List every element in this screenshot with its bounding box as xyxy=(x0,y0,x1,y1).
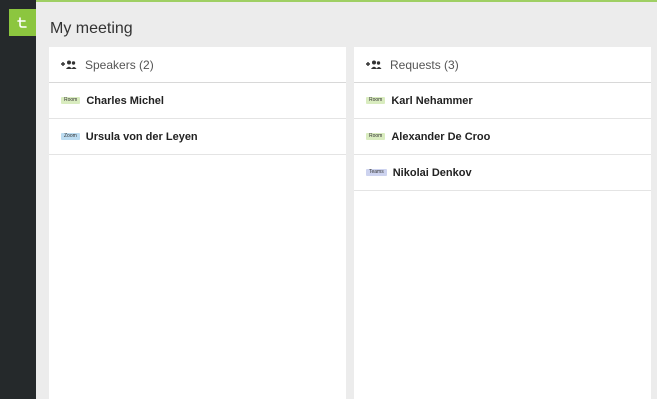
participant-row[interactable]: Teams Nikolai Denkov xyxy=(354,155,651,191)
speakers-header-label: Speakers (2) xyxy=(85,57,154,72)
participant-row[interactable]: Room Charles Michel xyxy=(49,83,346,119)
sidebar xyxy=(0,0,36,399)
participant-row[interactable]: Zoom Ursula von der Leyen xyxy=(49,119,346,155)
page-title: My meeting xyxy=(50,20,133,37)
platform-badge: Teams xyxy=(366,169,387,176)
platform-badge: Zoom xyxy=(61,133,80,140)
participant-name: Charles Michel xyxy=(86,94,164,107)
participant-row[interactable]: Room Karl Nehammer xyxy=(354,83,651,119)
requests-panel: Requests (3) Room Karl Nehammer Room Alexan… xyxy=(354,47,651,399)
add-users-icon xyxy=(366,59,382,71)
requests-panel-header: Requests (3) xyxy=(354,47,651,83)
add-users-icon xyxy=(61,59,77,71)
participant-row[interactable]: Room Alexander De Croo xyxy=(354,119,651,155)
app-logo-icon[interactable] xyxy=(9,9,36,36)
platform-badge: Room xyxy=(366,133,386,140)
speakers-list: Room Charles Michel Zoom Ursula von der Ley… xyxy=(49,83,346,155)
platform-badge: Room xyxy=(61,97,81,104)
speakers-panel-header: Speakers (2) xyxy=(49,47,346,83)
platform-badge: Room xyxy=(366,97,386,104)
participant-name: Ursula von der Leyen xyxy=(85,130,198,143)
speakers-panel: Speakers (2) Room Charles Michel Zoom Ursul… xyxy=(49,47,346,399)
participant-name: Karl Nehammer xyxy=(391,94,473,107)
participant-name: Alexander De Croo xyxy=(391,130,491,143)
accent-top-line xyxy=(0,0,657,2)
requests-header-label: Requests (3) xyxy=(390,57,459,72)
logo-glyph-icon xyxy=(17,17,27,28)
participant-name: Nikolai Denkov xyxy=(392,166,472,179)
requests-list: Room Karl Nehammer Room Alexander De Croo Te… xyxy=(354,83,651,191)
